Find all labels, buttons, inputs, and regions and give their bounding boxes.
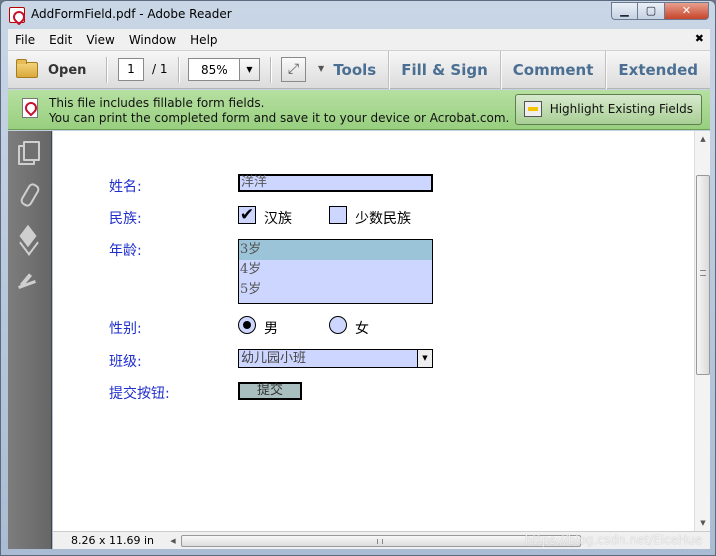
scroll-up-icon[interactable]: ▲ bbox=[695, 131, 711, 147]
ethnic-minority-label: 少数民族 bbox=[355, 211, 411, 227]
toolbar-separator bbox=[106, 57, 107, 83]
tab-comment[interactable]: Comment bbox=[499, 51, 606, 89]
menu-bar: File Edit View Window Help ✖ bbox=[8, 29, 710, 51]
gender-female-radio[interactable] bbox=[329, 316, 347, 334]
chevron-down-icon[interactable]: ▼ bbox=[417, 350, 432, 367]
age-label: 年龄: bbox=[109, 243, 142, 259]
status-bar: 8.26 x 11.69 in ◀ https://blog.csdn.net/… bbox=[53, 531, 710, 549]
class-combobox[interactable]: 幼儿园小班 ▼ bbox=[238, 349, 433, 368]
gender-male-radio[interactable] bbox=[238, 316, 256, 334]
title-bar: AddFormField.pdf - Adobe Reader ▁ ▢ ✕ bbox=[1, 1, 715, 29]
submit-button[interactable]: 提交 bbox=[238, 382, 302, 400]
age-option[interactable]: 3岁 bbox=[239, 240, 432, 260]
signatures-pen-icon[interactable] bbox=[18, 271, 40, 293]
folder-icon bbox=[16, 59, 38, 78]
open-label: Open bbox=[48, 62, 87, 78]
form-document-icon bbox=[22, 98, 38, 118]
vertical-scroll-thumb[interactable] bbox=[696, 175, 710, 375]
watermark-text: https://blog.csdn.net/EiceHue bbox=[524, 533, 702, 547]
chevron-down-icon[interactable]: ▼ bbox=[239, 59, 259, 80]
gender-male-label: 男 bbox=[264, 321, 278, 337]
tab-fill-sign[interactable]: Fill & Sign bbox=[388, 51, 500, 89]
highlight-label: Highlight Existing Fields bbox=[549, 102, 693, 116]
menu-view[interactable]: View bbox=[79, 33, 121, 47]
fit-page-button[interactable]: ⤢ bbox=[281, 57, 306, 82]
zoom-select[interactable]: 85% ▼ bbox=[188, 58, 260, 81]
maximize-button[interactable]: ▢ bbox=[638, 2, 665, 20]
toolbar-separator bbox=[270, 57, 271, 83]
age-listbox[interactable]: 3岁 4岁 5岁 bbox=[238, 239, 433, 304]
name-input[interactable]: 洋洋 bbox=[238, 174, 433, 192]
horizontal-scroll-thumb[interactable] bbox=[181, 535, 581, 547]
form-fields-notification-bar: This file includes fillable form fields.… bbox=[8, 90, 710, 130]
gender-label: 性别: bbox=[109, 321, 142, 337]
ethnic-han-checkbox[interactable]: ✔ bbox=[238, 206, 256, 224]
menu-window[interactable]: Window bbox=[122, 33, 183, 47]
grip-icon bbox=[377, 539, 383, 544]
scroll-down-icon[interactable]: ▼ bbox=[695, 515, 711, 531]
name-label: 姓名: bbox=[109, 179, 142, 195]
age-option[interactable]: 5岁 bbox=[239, 280, 432, 300]
main-toolbar: Open 1 / 1 85% ▼ ⤢ ▼ Tools Fill & Sign C… bbox=[8, 51, 710, 89]
submit-label: 提交按钮: bbox=[109, 386, 170, 402]
window-title: AddFormField.pdf - Adobe Reader bbox=[31, 7, 232, 21]
pdf-file-icon bbox=[9, 7, 25, 23]
highlight-fields-icon bbox=[523, 101, 542, 117]
page-number-input[interactable]: 1 bbox=[118, 58, 144, 81]
expand-arrows-icon: ⤢ bbox=[287, 61, 300, 77]
page-thumbnails-icon[interactable] bbox=[18, 141, 40, 165]
class-value: 幼儿园小班 bbox=[241, 351, 307, 366]
app-window: AddFormField.pdf - Adobe Reader ▁ ▢ ✕ Fi… bbox=[0, 0, 716, 556]
navigation-pane bbox=[8, 131, 52, 549]
minimize-button[interactable]: ▁ bbox=[611, 2, 638, 20]
menu-file[interactable]: File bbox=[8, 33, 42, 47]
window-controls: ▁ ▢ ✕ bbox=[611, 2, 709, 20]
page-size-readout: 8.26 x 11.69 in bbox=[71, 534, 155, 547]
menu-edit[interactable]: Edit bbox=[42, 33, 79, 47]
toolbar-separator bbox=[178, 57, 179, 83]
open-button[interactable]: Open bbox=[16, 58, 86, 82]
ethnic-han-label: 汉族 bbox=[264, 211, 292, 227]
page-total: / 1 bbox=[152, 62, 168, 76]
layers-icon[interactable] bbox=[18, 227, 40, 249]
gender-female-label: 女 bbox=[355, 321, 369, 337]
zoom-value: 85% bbox=[201, 63, 228, 77]
age-option[interactable]: 4岁 bbox=[239, 260, 432, 280]
notice-line-1: This file includes fillable form fields. bbox=[49, 96, 265, 110]
document-page: 姓名: 洋洋 民族: ✔ 汉族 少数民族 年龄: 3岁 4岁 5岁 性别: 男 … bbox=[53, 131, 694, 531]
scroll-left-icon[interactable]: ◀ bbox=[167, 533, 179, 549]
tab-extended[interactable]: Extended bbox=[605, 51, 710, 89]
document-close-icon[interactable]: ✖ bbox=[695, 32, 704, 45]
attachments-paperclip-icon[interactable] bbox=[18, 183, 40, 205]
close-button[interactable]: ✕ bbox=[665, 2, 709, 20]
class-label: 班级: bbox=[109, 354, 142, 370]
notice-line-2: You can print the completed form and sav… bbox=[49, 111, 510, 125]
grip-icon bbox=[700, 270, 706, 276]
vertical-scrollbar[interactable]: ▲ ▼ bbox=[694, 131, 710, 531]
tab-tools[interactable]: Tools bbox=[321, 51, 388, 89]
highlight-existing-fields-button[interactable]: Highlight Existing Fields bbox=[514, 94, 702, 125]
ethnic-label: 民族: bbox=[109, 211, 142, 227]
menu-help[interactable]: Help bbox=[183, 33, 224, 47]
ethnic-minority-checkbox[interactable] bbox=[329, 206, 347, 224]
task-pane-tabs: Tools Fill & Sign Comment Extended bbox=[321, 51, 710, 89]
